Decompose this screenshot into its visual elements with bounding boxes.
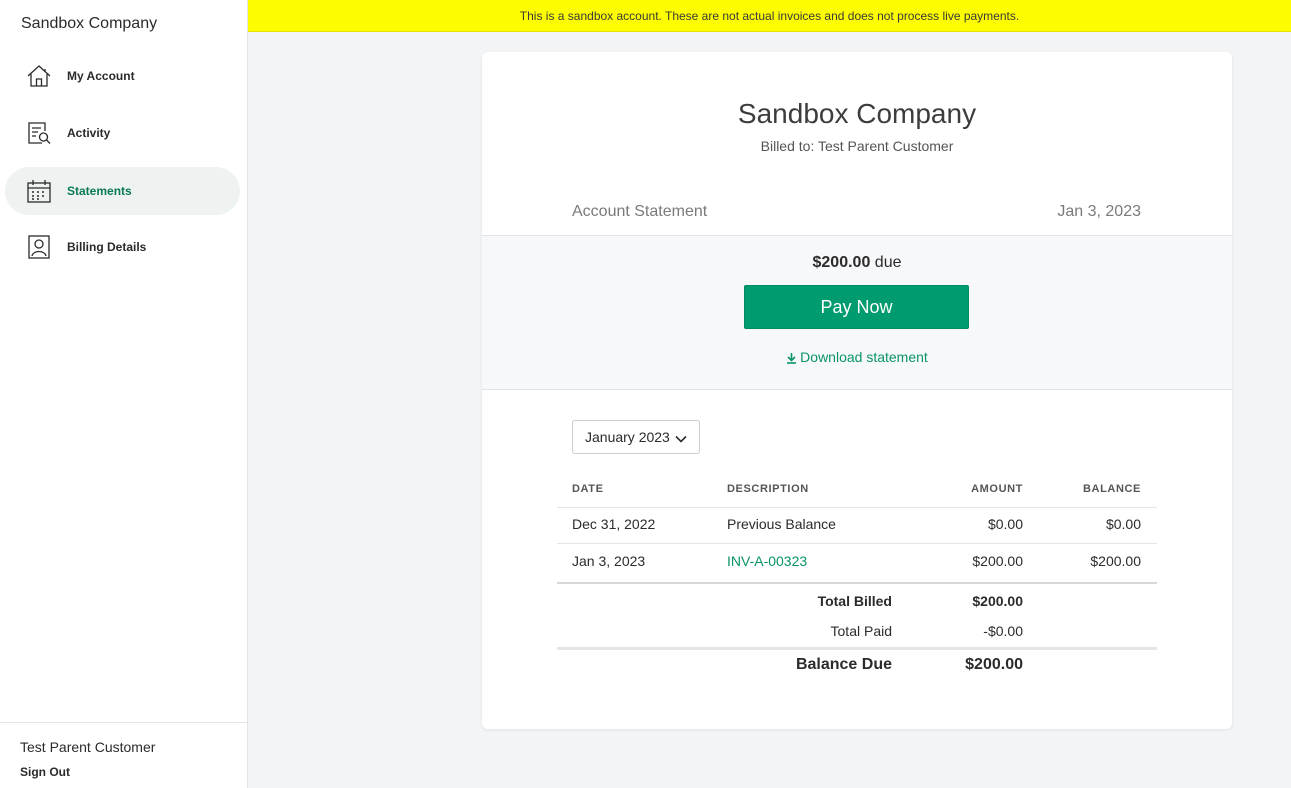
balance-due-value: $200.00 <box>965 656 1023 673</box>
table-cell-amount: $200.00 <box>972 553 1023 569</box>
pay-now-button[interactable]: Pay Now <box>744 285 969 329</box>
customer-name: Test Parent Customer <box>20 739 156 755</box>
month-select[interactable]: January 2023 <box>572 420 700 454</box>
column-header-amount: AMOUNT <box>971 483 1023 495</box>
column-header-date: DATE <box>572 483 604 495</box>
statement-label: Account Statement <box>572 203 708 220</box>
sidebar-item-label: Statements <box>67 184 132 198</box>
sidebar: Sandbox Company My Account Activity Stat… <box>0 0 248 788</box>
column-header-description: DESCRIPTION <box>727 483 809 495</box>
sidebar-item-label: Activity <box>67 126 111 140</box>
calendar-icon <box>26 178 52 204</box>
person-card-icon <box>26 234 52 260</box>
sidebar-item-statements[interactable]: Statements <box>5 167 240 215</box>
home-icon <box>26 63 52 89</box>
sidebar-item-label: Billing Details <box>67 240 147 254</box>
invoice-link[interactable]: INV-A-00323 <box>727 553 807 569</box>
balance-due-label: Balance Due <box>795 656 892 673</box>
table-cell-date: Jan 3, 2023 <box>572 553 646 569</box>
sidebar-footer: Test Parent Customer Sign Out <box>0 722 247 788</box>
table-cell-description: Previous Balance <box>727 516 836 532</box>
download-icon <box>786 351 797 367</box>
table-divider <box>557 543 1157 544</box>
amount-due-value: $200.00 <box>812 254 871 271</box>
download-statement-link[interactable]: Download statement <box>482 349 1232 367</box>
statement-date: Jan 3, 2023 <box>1057 203 1141 220</box>
sign-out-link[interactable]: Sign Out <box>20 765 70 779</box>
amount-due: $200.00 due <box>482 254 1232 272</box>
brand-name: Sandbox Company <box>21 15 158 32</box>
chevron-down-icon <box>675 432 687 444</box>
table-cell-amount: $0.00 <box>987 516 1023 532</box>
sandbox-banner-text: This is a sandbox account. These are not… <box>519 8 1020 23</box>
total-billed-label: Total Billed <box>817 593 892 609</box>
summary-divider <box>557 647 1157 650</box>
sidebar-item-billing-details[interactable]: Billing Details <box>5 223 240 271</box>
column-header-balance: BALANCE <box>1083 483 1141 495</box>
table-cell-balance: $200.00 <box>1090 553 1141 569</box>
statement-card: Sandbox Company Billed to: Test Parent C… <box>482 52 1232 729</box>
total-billed-value: $200.00 <box>972 593 1023 609</box>
sandbox-banner: This is a sandbox account. These are not… <box>248 0 1291 32</box>
total-paid-label: Total Paid <box>830 623 892 639</box>
sidebar-item-my-account[interactable]: My Account <box>5 52 240 100</box>
amount-due-suffix: due <box>874 254 902 271</box>
download-statement-label: Download statement <box>800 349 928 365</box>
payment-section: $200.00 due Pay Now Download statement <box>482 235 1232 390</box>
month-select-value: January 2023 <box>585 429 670 445</box>
sidebar-item-label: My Account <box>67 69 135 83</box>
billed-to: Billed to: Test Parent Customer <box>760 138 954 154</box>
sidebar-item-activity[interactable]: Activity <box>5 109 240 157</box>
search-document-icon <box>26 120 52 146</box>
total-paid-value: -$0.00 <box>983 623 1023 639</box>
table-cell-balance: $0.00 <box>1105 516 1141 532</box>
table-cell-date: Dec 31, 2022 <box>572 516 656 532</box>
table-divider <box>557 582 1157 584</box>
company-title: Sandbox Company <box>737 98 977 129</box>
table-divider <box>557 507 1157 508</box>
